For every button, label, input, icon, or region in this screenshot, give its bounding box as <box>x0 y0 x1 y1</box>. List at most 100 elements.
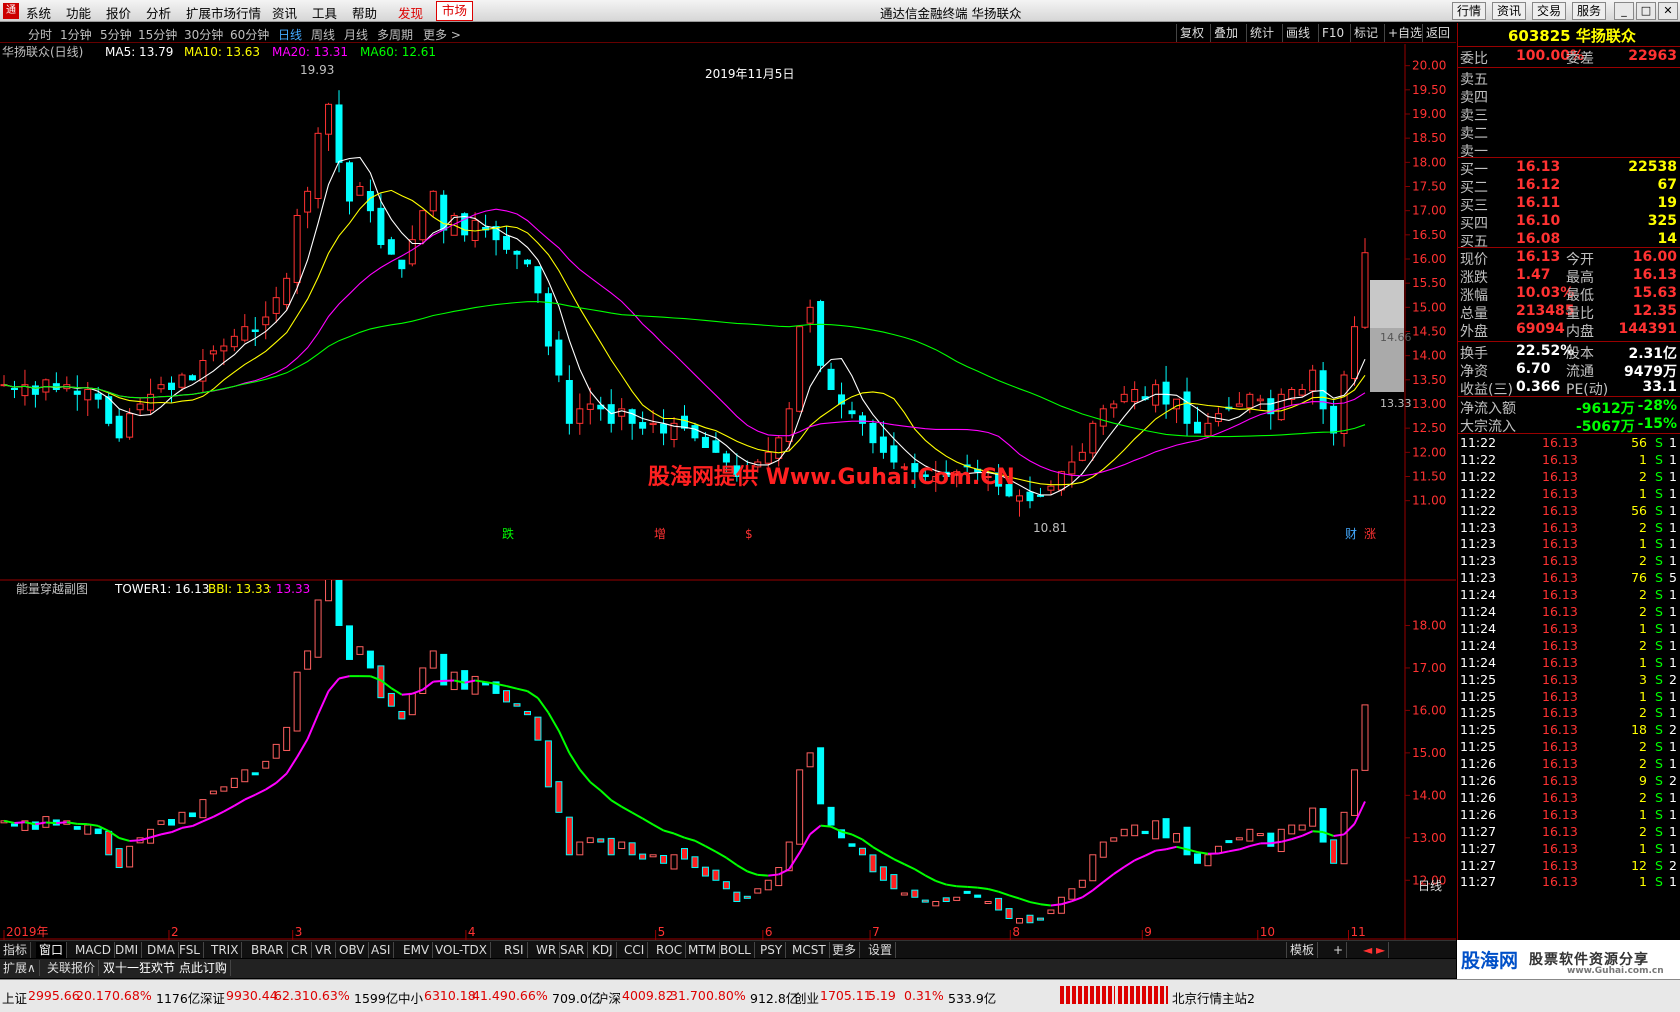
menu-help[interactable]: 帮助 <box>352 3 377 22</box>
btn-overlay[interactable]: 叠加 <box>1210 24 1241 42</box>
indicator-tab[interactable]: ROC <box>653 942 687 958</box>
tower-bar <box>848 843 856 847</box>
indicator-tab[interactable]: TRIX <box>208 942 243 958</box>
btn-info[interactable]: 资讯 <box>1492 2 1527 20</box>
indicator-chart[interactable]: 18.0017.0016.0015.0014.0013.0012.00 2019… <box>0 574 1456 940</box>
bbi-segment <box>1239 845 1251 851</box>
btn-quote[interactable]: 行情 <box>1452 2 1487 20</box>
bbi-segment <box>768 873 779 877</box>
sub-indicator-panel[interactable]: 18.00 17.00 16.00 15.00 14.00 13.00 12.00 2019… <box>0 574 1456 940</box>
tick-count: 1 <box>1669 536 1677 552</box>
menu-system[interactable]: 系统 <box>26 3 51 22</box>
indicator-tab[interactable]: MACD <box>72 942 115 958</box>
signal-bars-1 <box>1060 986 1115 1004</box>
indicator-tab[interactable]: KDJ <box>589 942 617 958</box>
promo-link[interactable]: 双十一狂欢节 点此订购 <box>100 960 231 976</box>
period-weekly[interactable]: 周线 <box>311 26 335 43</box>
scroll-arrows[interactable]: ◄ ► <box>1360 942 1390 958</box>
tower-bar <box>73 826 81 830</box>
indicator-tab[interactable]: CR <box>288 942 312 958</box>
event-marker-cai[interactable]: 财 <box>1345 527 1357 541</box>
menu-market[interactable]: 市场 <box>436 1 474 21</box>
indicator-tab[interactable]: SAR <box>557 942 589 958</box>
tick-time: 11:22 <box>1460 435 1497 450</box>
menu-quote[interactable]: 报价 <box>106 3 131 22</box>
tick-count: 1 <box>1669 553 1677 569</box>
menu-analysis[interactable]: 分析 <box>146 3 171 22</box>
tower-bar <box>230 777 238 788</box>
indicator-tab[interactable]: DMI <box>112 942 143 958</box>
tick-time: 11:25 <box>1460 688 1497 704</box>
indicator-tab[interactable]: BOLL <box>717 942 755 958</box>
indicator-tab[interactable]: DMA <box>144 942 179 958</box>
template-button[interactable]: 模板 <box>1286 942 1319 958</box>
period-15min[interactable]: 15分钟 <box>138 26 177 43</box>
candle-body <box>209 350 217 355</box>
indicator-tab[interactable]: 设置 <box>865 942 897 958</box>
menu-tools[interactable]: 工具 <box>312 3 337 22</box>
candle-body <box>304 190 312 213</box>
btn-fuquan[interactable]: 复权 <box>1176 24 1207 42</box>
minimize-icon[interactable]: _ <box>1614 2 1634 20</box>
indicator-tab[interactable]: CCI <box>621 942 649 958</box>
period-30min[interactable]: 30分钟 <box>184 26 223 43</box>
indicator-tab[interactable]: MTM <box>685 942 721 958</box>
indicator-tab[interactable]: VR <box>312 942 336 958</box>
stat-label: 涨跌 <box>1460 270 1488 286</box>
add-window-button[interactable]: + <box>1330 942 1348 958</box>
menu-ext-market[interactable]: 扩展市场行情 <box>186 3 261 22</box>
period-daily[interactable]: 日线 <box>278 26 302 43</box>
indicator-tab[interactable]: 窗口 <box>36 942 68 958</box>
stock-header[interactable]: 603825 华扬联众 <box>1458 25 1680 47</box>
tower-bar <box>607 837 615 856</box>
ext-toggle[interactable]: 扩展∧ <box>0 960 40 976</box>
btn-trade[interactable]: 交易 <box>1532 2 1567 20</box>
server-name[interactable]: 北京行情主站2 <box>1172 988 1255 1007</box>
indicator-tab[interactable]: PSY <box>757 942 787 958</box>
tick-side: S <box>1655 468 1663 484</box>
indicator-tab[interactable]: VOL-TDX <box>432 942 491 958</box>
indicator-tab[interactable]: FSL <box>176 942 204 958</box>
menu-function[interactable]: 功能 <box>66 3 91 22</box>
period-multi[interactable]: 多周期 <box>377 26 413 43</box>
menu-discover[interactable]: 发现 <box>398 3 423 22</box>
index-name: 沪深 <box>596 991 622 1006</box>
period-60min[interactable]: 60分钟 <box>230 26 269 43</box>
indicator-tab[interactable]: ASI <box>368 942 395 958</box>
indicator-tab[interactable]: 更多 <box>829 942 861 958</box>
btn-mark[interactable]: 标记 <box>1350 24 1381 42</box>
tick-price: 16.13 <box>1542 722 1578 738</box>
btn-add-watch[interactable]: +自选 <box>1384 24 1425 42</box>
indicator-tab[interactable]: MCST <box>789 942 830 958</box>
kline-chart[interactable]: 20.00 19.50 19.00 18.50 18.00 17.50 17.00 16.50… <box>0 44 1456 581</box>
indicator-tab[interactable]: 指标 <box>0 942 32 958</box>
bbi-segment <box>160 831 172 836</box>
main-kline-panel[interactable]: 20.00 19.50 19.00 18.50 18.00 17.50 17.00 16.50… <box>0 44 1456 581</box>
indicator-tab[interactable]: BRAR <box>248 942 288 958</box>
close-icon[interactable]: ✕ <box>1658 2 1678 20</box>
btn-back[interactable]: 返回 <box>1422 24 1453 42</box>
event-marker-zeng[interactable]: 增 <box>654 527 666 541</box>
indicator-tab[interactable]: EMV <box>400 942 434 958</box>
indicator-tab[interactable]: OBV <box>336 942 369 958</box>
event-marker-die[interactable]: 跌 <box>502 526 514 541</box>
period-fenshi[interactable]: 分时 <box>28 26 52 43</box>
related-quote-tab[interactable]: 关联报价 <box>44 960 100 976</box>
period-5min[interactable]: 5分钟 <box>100 26 132 43</box>
menu-info[interactable]: 资讯 <box>272 3 297 22</box>
period-more[interactable]: 更多 > <box>423 26 461 43</box>
sub-y-tick-label: 18.00 <box>1412 618 1446 632</box>
btn-draw[interactable]: 画线 <box>1282 24 1313 42</box>
btn-stats[interactable]: 统计 <box>1246 24 1277 42</box>
btn-service[interactable]: 服务 <box>1572 2 1607 20</box>
tick-side: S <box>1655 451 1663 467</box>
event-marker-dollar[interactable]: $ <box>745 527 753 541</box>
indicator-tab[interactable]: RSI <box>501 942 528 958</box>
event-marker-zhang[interactable]: 涨 <box>1364 526 1376 541</box>
period-monthly[interactable]: 月线 <box>344 26 368 43</box>
period-1min[interactable]: 1分钟 <box>60 26 92 43</box>
btn-f10[interactable]: F10 <box>1318 24 1347 42</box>
maximize-icon[interactable]: □ <box>1636 2 1656 20</box>
tick-side: S <box>1655 688 1663 704</box>
tick-volume: 1 <box>1639 840 1647 856</box>
